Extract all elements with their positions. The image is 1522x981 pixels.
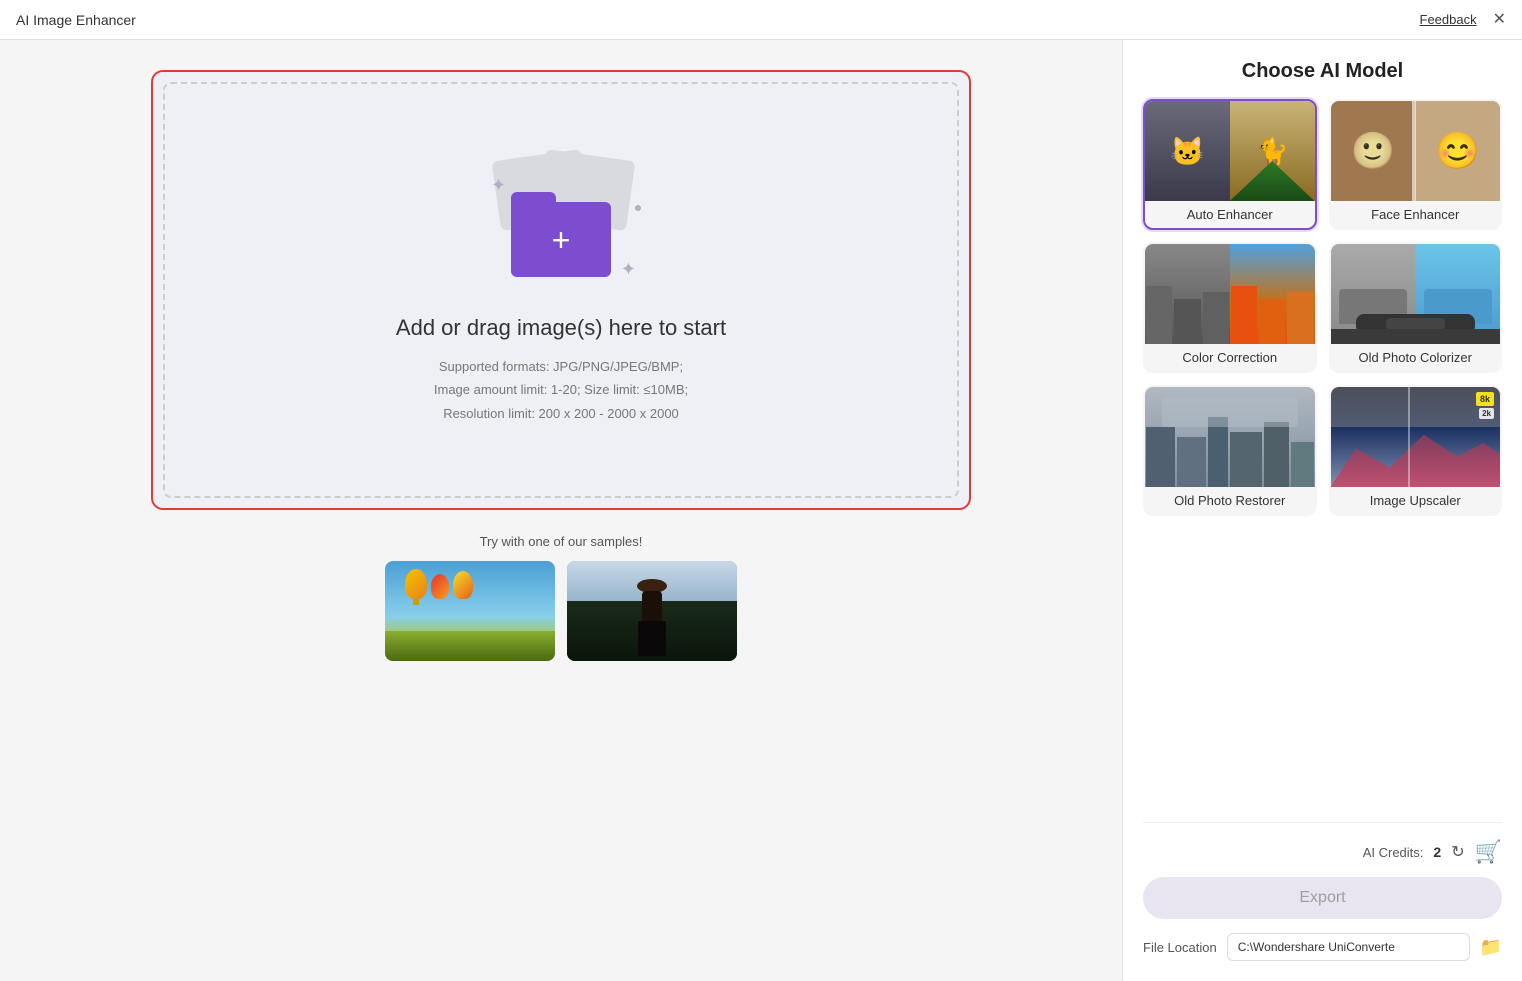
- choose-model-title: Choose AI Model: [1143, 60, 1502, 83]
- app-title: AI Image Enhancer: [16, 12, 136, 28]
- sample-woman-image[interactable]: [567, 561, 737, 661]
- samples-row: [385, 561, 737, 661]
- export-button[interactable]: Export: [1143, 877, 1502, 919]
- folder-icon-container: ✦ ✦ +: [481, 155, 641, 295]
- open-folder-button[interactable]: 📁: [1480, 937, 1502, 958]
- sparkle-topleft-icon: ✦: [491, 175, 506, 196]
- feedback-link[interactable]: Feedback: [1420, 12, 1477, 27]
- old-photo-colorizer-image: [1331, 244, 1501, 344]
- title-bar-actions: Feedback ✕: [1420, 12, 1507, 28]
- folder-tab: [511, 192, 556, 206]
- face-enhancer-label: Face Enhancer: [1331, 201, 1501, 228]
- file-location-label: File Location: [1143, 940, 1217, 955]
- bottom-section: AI Credits: 2 ↻ 🛒 Export File Location C…: [1143, 822, 1502, 961]
- folder-plus-icon: +: [552, 224, 571, 256]
- old-photo-restorer-label: Old Photo Restorer: [1145, 487, 1315, 514]
- file-location-row: File Location C:\Wondershare UniConverte…: [1143, 933, 1502, 961]
- credits-row: AI Credits: 2 ↻ 🛒: [1143, 839, 1502, 865]
- samples-section: Try with one of our samples!: [151, 534, 971, 661]
- image-upscaler-label: Image Upscaler: [1331, 487, 1501, 514]
- sample-balloon-image[interactable]: [385, 561, 555, 661]
- color-correction-image: [1145, 244, 1315, 344]
- old-photo-restorer-image: [1145, 387, 1315, 487]
- sparkle-bottomright-icon: ✦: [621, 259, 636, 280]
- title-bar: AI Image Enhancer Feedback ✕: [0, 0, 1522, 40]
- model-grid: 🐱 🐈 Auto Enhancer 🙂: [1143, 99, 1502, 516]
- credits-count: 2: [1433, 844, 1441, 860]
- color-correction-label: Color Correction: [1145, 344, 1315, 371]
- drop-zone-sub-text: Supported formats: JPG/PNG/JPEG/BMP; Ima…: [434, 355, 688, 425]
- model-card-old-photo-colorizer[interactable]: Old Photo Colorizer: [1329, 242, 1503, 373]
- auto-enhancer-label: Auto Enhancer: [1145, 201, 1315, 228]
- close-button[interactable]: ✕: [1493, 12, 1506, 28]
- right-panel: Choose AI Model 🐱 🐈 Auto Enhanc: [1122, 40, 1522, 981]
- model-card-color-correction[interactable]: Color Correction: [1143, 242, 1317, 373]
- file-location-select[interactable]: C:\Wondershare UniConverte: [1227, 933, 1470, 961]
- refresh-credits-button[interactable]: ↻: [1451, 842, 1464, 862]
- samples-label: Try with one of our samples!: [480, 534, 643, 549]
- folder-main-icon: +: [511, 202, 611, 277]
- credits-label: AI Credits:: [1363, 845, 1424, 860]
- model-card-face-enhancer[interactable]: 🙂 😊 Face Enhancer: [1329, 99, 1503, 230]
- sparkle-dot-right: [635, 205, 641, 211]
- left-panel: ✦ ✦ + Add or drag image(s) here to start…: [0, 40, 1122, 981]
- model-card-auto-enhancer[interactable]: 🐱 🐈 Auto Enhancer: [1143, 99, 1317, 230]
- face-enhancer-image: 🙂 😊: [1331, 101, 1501, 201]
- image-upscaler-image: 8k 2k: [1331, 387, 1501, 487]
- drop-zone[interactable]: ✦ ✦ + Add or drag image(s) here to start…: [151, 70, 971, 510]
- main-layout: ✦ ✦ + Add or drag image(s) here to start…: [0, 40, 1522, 981]
- auto-enhancer-image: 🐱 🐈: [1145, 101, 1315, 201]
- old-photo-colorizer-label: Old Photo Colorizer: [1331, 344, 1501, 371]
- folder-body: +: [511, 202, 611, 277]
- model-card-old-photo-restorer[interactable]: Old Photo Restorer: [1143, 385, 1317, 516]
- drop-zone-main-text: Add or drag image(s) here to start: [396, 315, 726, 341]
- cart-button[interactable]: 🛒: [1475, 839, 1502, 865]
- model-card-image-upscaler[interactable]: 8k 2k Image Upscaler: [1329, 385, 1503, 516]
